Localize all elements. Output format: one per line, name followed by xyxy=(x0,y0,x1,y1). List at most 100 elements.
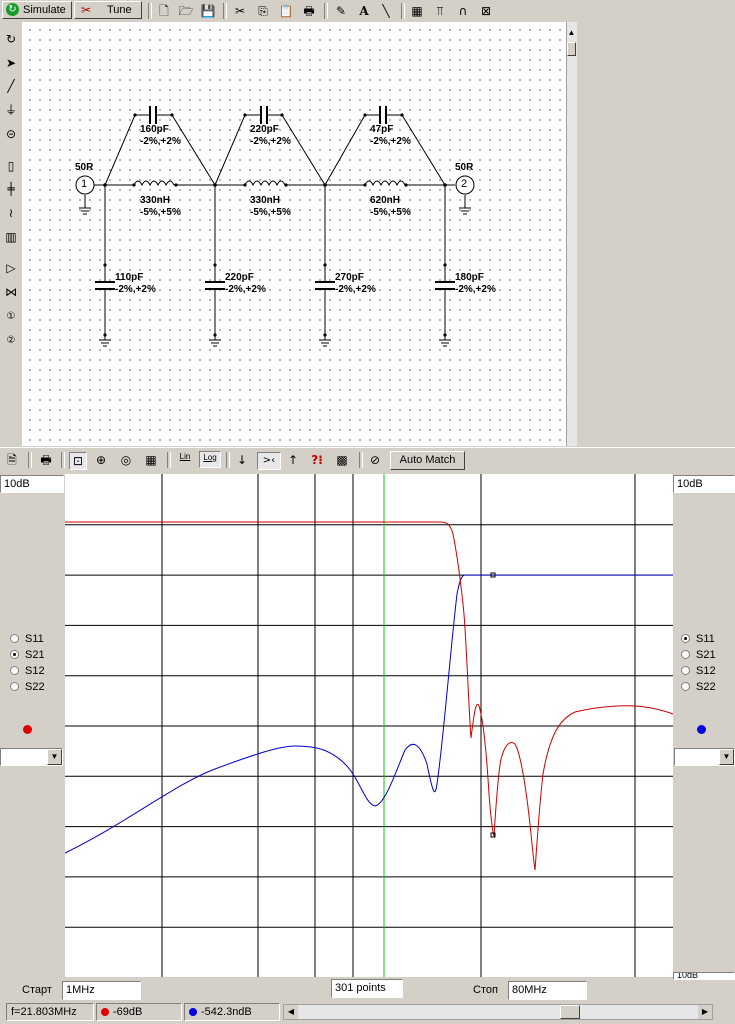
left-trace-select[interactable]: ▼ xyxy=(0,748,63,766)
smith-chart-icon[interactable]: ⊕ xyxy=(93,452,109,468)
zoom-in-icon[interactable]: >‹ xyxy=(257,452,281,470)
print-icon[interactable]: 🖶 xyxy=(301,3,317,19)
arrow-down-icon[interactable]: ↓ xyxy=(234,452,250,468)
left-trace-value: -69dB xyxy=(113,1006,143,1018)
scroll-thumb[interactable] xyxy=(567,42,576,56)
scroll-thumb[interactable] xyxy=(560,1005,580,1019)
cut-icon[interactable]: ✂ xyxy=(232,3,248,19)
inductor-1-tolerance: -5%,+5% xyxy=(140,207,181,218)
left-param-s22[interactable]: S22 xyxy=(10,680,45,694)
antenna-icon[interactable]: ⫪ xyxy=(432,3,448,19)
inductor-icon[interactable]: ≀ xyxy=(3,205,19,221)
left-param-s12[interactable]: S12 xyxy=(10,664,45,678)
series-cap-3-value: 47pF xyxy=(370,124,394,135)
ground-icon[interactable]: ⏚ xyxy=(3,102,19,118)
toolbar-separator xyxy=(28,452,32,468)
line-tool-icon[interactable]: ╲ xyxy=(378,3,394,19)
right-trace-readout: -542.3ndB xyxy=(184,1003,280,1021)
port-two-icon[interactable]: ② xyxy=(3,333,19,349)
arrow-up-icon[interactable]: ↑ xyxy=(285,452,301,468)
pen-icon[interactable]: ✎ xyxy=(333,3,349,19)
help-marker-icon[interactable]: ?⁝ xyxy=(309,452,325,468)
scroll-right-icon[interactable]: ▶ xyxy=(698,1005,712,1019)
left-scale-field[interactable]: 10dB xyxy=(0,475,64,493)
crystal-icon[interactable]: ⋈ xyxy=(3,284,19,300)
save-icon[interactable]: 💾 xyxy=(200,3,216,19)
blue-dot-icon xyxy=(189,1008,197,1016)
pointer-icon[interactable]: ➤ xyxy=(3,55,19,71)
chevron-down-icon[interactable]: ▼ xyxy=(47,749,62,765)
port-1-impedance: 50R xyxy=(75,162,94,173)
stop-label: Стоп xyxy=(473,984,498,996)
radio-label: S11 xyxy=(696,633,715,645)
response-plot[interactable] xyxy=(65,474,673,977)
main-toolbar: ↻ Simulate ✂ Tune 🗋 🗁 💾 ✂ ⎘ 📋 🖶 ✎ A ╲ ▦ … xyxy=(0,0,576,23)
rotate-icon[interactable]: ↻ xyxy=(3,31,19,47)
right-scale-field[interactable]: 10dB xyxy=(673,475,735,493)
polar-plot-icon[interactable]: ◎ xyxy=(118,452,134,468)
amplifier-icon[interactable]: ▷ xyxy=(3,260,19,276)
port-1-number: 1 xyxy=(81,178,88,190)
right-param-s12[interactable]: S12 xyxy=(681,664,716,678)
paste-icon[interactable]: 📋 xyxy=(278,3,294,19)
copy-icon[interactable]: ⎘ xyxy=(255,3,271,19)
toolbar-separator xyxy=(223,3,227,19)
tune-icon: ✂ xyxy=(81,3,92,17)
start-frequency-field[interactable]: 1MHz xyxy=(62,981,141,1000)
open-folder-icon[interactable]: 🗁 xyxy=(178,3,194,19)
port-icon[interactable]: ⊝ xyxy=(3,126,19,142)
toolbar-separator xyxy=(359,452,363,468)
left-param-s11[interactable]: S11 xyxy=(10,632,44,646)
export-icon[interactable]: 🗎 xyxy=(4,452,20,468)
chevron-down-icon[interactable]: ▼ xyxy=(719,749,734,765)
print-graph-icon[interactable]: 🖶 xyxy=(38,452,54,468)
table-icon[interactable]: ▦ xyxy=(143,452,159,468)
schematic-scrollbar[interactable]: ▲ xyxy=(566,22,577,446)
shunt-cap-1-value: 110pF xyxy=(115,272,144,283)
left-trace-color-dot[interactable] xyxy=(23,725,32,734)
stop-frequency-field[interactable]: 80MHz xyxy=(508,981,587,1000)
rect-plot-icon[interactable]: ⊡ xyxy=(69,452,87,470)
simulate-label: Simulate xyxy=(23,4,66,16)
wire-icon[interactable]: ╱ xyxy=(3,78,19,94)
shunt-cap-4-value: 180pF xyxy=(455,272,484,283)
simulate-button[interactable]: ↻ Simulate xyxy=(2,1,72,19)
radio-label: S11 xyxy=(25,633,44,645)
new-file-icon[interactable]: 🗋 xyxy=(156,3,172,19)
horizontal-scrollbar[interactable]: ◀ ▶ xyxy=(283,1004,713,1020)
right-param-s22[interactable]: S22 xyxy=(681,680,716,694)
scroll-up-icon[interactable]: ▲ xyxy=(567,26,576,40)
toolbar-separator xyxy=(167,452,171,468)
radio-icon xyxy=(10,682,19,691)
log-scale-button[interactable]: Log xyxy=(199,451,221,468)
points-field[interactable]: 301 points xyxy=(331,979,403,998)
radio-label: S12 xyxy=(25,665,45,677)
scroll-left-icon[interactable]: ◀ xyxy=(284,1005,298,1019)
chip-icon[interactable]: ▩ xyxy=(334,452,350,468)
port-one-icon[interactable]: ① xyxy=(3,309,19,325)
plot-grid xyxy=(65,474,673,977)
radio-icon xyxy=(10,666,19,675)
auto-match-button[interactable]: Auto Match xyxy=(390,451,465,470)
right-bottom-scale-field[interactable]: 10dB xyxy=(673,972,735,980)
transformer-icon[interactable]: ▥ xyxy=(3,229,19,245)
right-trace-select[interactable]: ▼ xyxy=(674,748,735,766)
right-trace-value: -542.3ndB xyxy=(201,1006,252,1018)
right-param-s11[interactable]: S11 xyxy=(681,632,715,646)
text-tool-icon[interactable]: A xyxy=(356,3,372,19)
loop-icon[interactable]: ∩ xyxy=(455,3,471,19)
capacitor-icon[interactable]: ╪ xyxy=(3,181,19,197)
tune-button[interactable]: ✂ Tune xyxy=(74,1,142,19)
radio-checked-icon xyxy=(10,650,19,659)
right-param-s21[interactable]: S21 xyxy=(681,648,716,662)
schematic-canvas[interactable]: 1 2 50R 50R 160pF -2%,+2% 220pF -2%,+2% … xyxy=(22,22,566,446)
left-param-s21[interactable]: S21 xyxy=(10,648,45,662)
shunt-cap-3-value: 270pF xyxy=(335,272,364,283)
right-trace-color-dot[interactable] xyxy=(697,725,706,734)
calculator-icon[interactable]: ▦ xyxy=(409,3,425,19)
graph-toolbar: 🗎 🖶 ⊡ ⊕ ◎ ▦ Lin Log ↓ >‹ ↑ ?⁝ ▩ ⊘ Auto M… xyxy=(0,447,735,473)
resistor-icon[interactable]: ▯ xyxy=(3,158,19,174)
lin-scale-button[interactable]: Lin xyxy=(175,451,195,467)
formula-icon[interactable]: ⊠ xyxy=(478,3,494,19)
tuning-icon[interactable]: ⊘ xyxy=(367,452,383,468)
